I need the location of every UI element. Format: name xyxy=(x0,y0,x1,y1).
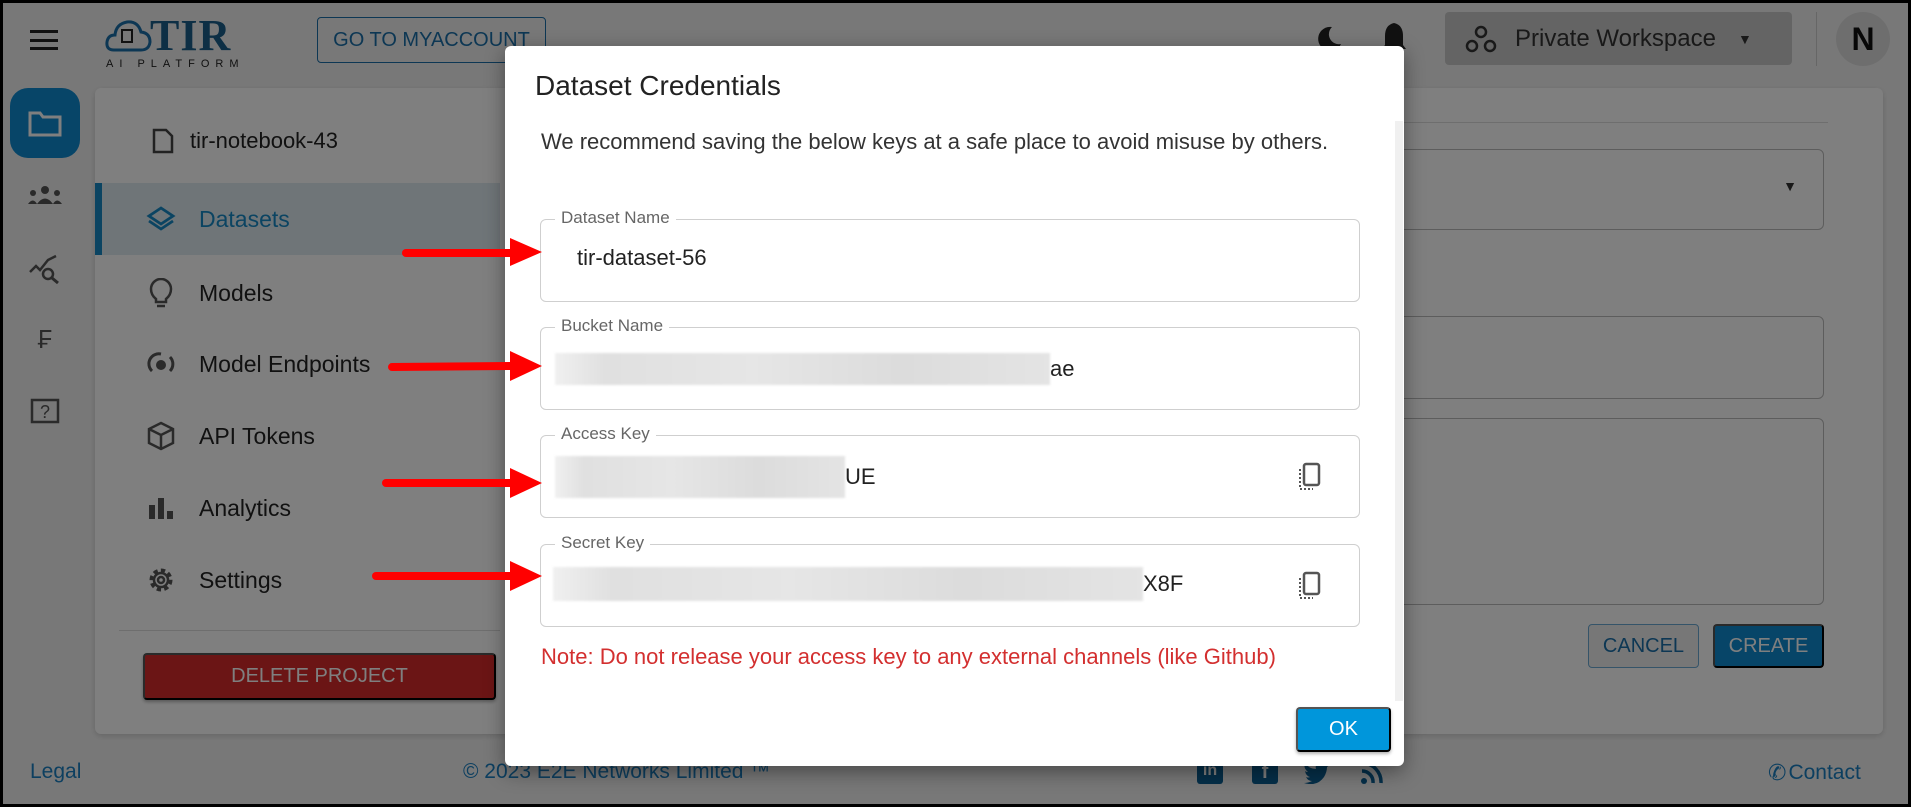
red-arrow-icon xyxy=(372,561,542,591)
red-arrow-icon xyxy=(402,238,542,266)
red-arrow-icon xyxy=(382,468,542,498)
annotation-arrows xyxy=(372,238,542,591)
red-arrow-icon xyxy=(388,351,542,381)
